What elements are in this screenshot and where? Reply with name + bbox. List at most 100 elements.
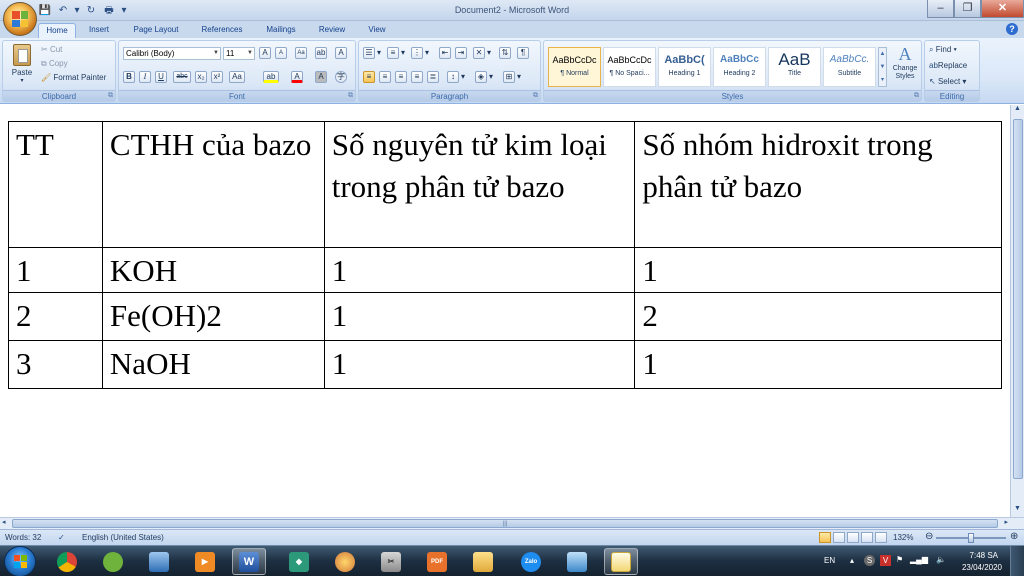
clock-date[interactable]: 23/04/2020 — [962, 563, 1002, 572]
clock-time[interactable]: 7:48 SA — [970, 551, 998, 560]
table-cell[interactable]: 1 — [634, 247, 1002, 293]
tab-references[interactable]: References — [196, 23, 248, 38]
antivirus-icon[interactable]: V — [880, 555, 891, 566]
tab-home[interactable]: Home — [38, 23, 76, 38]
scroll-left-icon[interactable]: ◂ — [2, 518, 6, 526]
paragraph-launcher-icon[interactable]: ⧉ — [533, 92, 538, 100]
styles-scroll[interactable]: ▲ ▼ ▾ — [878, 47, 887, 87]
table-cell[interactable]: 1 — [323, 340, 636, 389]
find-button[interactable]: ⌕ Find ▾ — [929, 44, 957, 56]
tab-review[interactable]: Review — [314, 23, 350, 38]
change-case-button[interactable]: Aa — [229, 71, 247, 83]
network-icon[interactable]: ▂▄▆ — [910, 555, 928, 564]
word-count[interactable]: Words: 32 — [5, 533, 41, 542]
zoom-out-icon[interactable]: ⊖ — [925, 531, 933, 542]
table-cell[interactable]: 2 — [634, 292, 1002, 341]
table-cell[interactable]: NaOH — [101, 340, 325, 389]
start-button[interactable] — [4, 546, 36, 576]
character-shading-button[interactable]: A — [315, 71, 329, 83]
style-normal[interactable]: AaBbCcDc ¶ Normal — [548, 47, 601, 87]
office-button[interactable] — [3, 2, 37, 36]
taskbar-app-8[interactable]: ✂ — [374, 548, 408, 575]
horizontal-scrollbar[interactable]: ◂ ||| ▸ — [0, 517, 1024, 529]
distributed-button[interactable]: ≣ — [427, 71, 441, 83]
taskbar-explorer[interactable] — [466, 548, 500, 575]
style-heading-2[interactable]: AaBbCc Heading 2 — [713, 47, 766, 87]
taskbar-media[interactable]: ▶ — [188, 548, 222, 575]
replace-button[interactable]: abReplace — [929, 60, 967, 72]
vertical-scroll-thumb[interactable] — [1013, 119, 1023, 479]
print-layout-view-button[interactable] — [819, 532, 831, 543]
clipboard-launcher-icon[interactable]: ⧉ — [108, 92, 113, 100]
font-launcher-icon[interactable]: ⧉ — [348, 92, 353, 100]
taskbar-word[interactable]: W — [232, 548, 266, 575]
bullets-button[interactable]: ☰ ▾ — [363, 47, 381, 59]
table-cell[interactable]: Số nguyên tử kim loại trong phân tử bazo — [323, 121, 636, 248]
style-title[interactable]: AaB Title — [768, 47, 821, 87]
italic-button[interactable]: I — [139, 71, 153, 83]
enclose-characters-button[interactable]: 字 — [335, 71, 349, 83]
minimize-button[interactable]: – — [927, 0, 954, 18]
table-cell[interactable]: 3 — [8, 340, 103, 389]
taskbar-zalo[interactable]: Zalo — [514, 548, 548, 575]
underline-button[interactable]: U — [155, 71, 169, 83]
taskbar-notepad[interactable] — [604, 548, 638, 575]
table-cell[interactable]: 1 — [323, 247, 636, 293]
table-cell[interactable]: TT — [8, 121, 103, 248]
font-color-button[interactable]: A — [291, 71, 305, 83]
web-layout-view-button[interactable] — [847, 532, 859, 543]
language-indicator[interactable]: English (United States) — [82, 533, 164, 542]
close-button[interactable]: ✕ — [981, 0, 1024, 18]
table-cell[interactable]: 1 — [634, 340, 1002, 389]
line-spacing-button[interactable]: ↕ ▾ — [447, 71, 465, 83]
align-right-button[interactable]: ≡ — [395, 71, 409, 83]
tab-view[interactable]: View — [362, 23, 392, 38]
document-area[interactable]: TT CTHH của bazo Số nguyên tử kim loại t… — [0, 105, 1010, 517]
base-table[interactable]: TT CTHH của bazo Số nguyên tử kim loại t… — [8, 121, 1002, 389]
table-cell[interactable]: 1 — [323, 292, 636, 341]
font-name-combo[interactable]: Calibri (Body) ▼ — [123, 47, 221, 60]
tab-page-layout[interactable]: Page Layout — [128, 23, 184, 38]
skype-icon[interactable]: S — [864, 555, 875, 566]
justify-button[interactable]: ≡ — [411, 71, 425, 83]
scroll-up-icon[interactable]: ▲ — [1011, 105, 1024, 117]
grow-font-button[interactable]: A — [259, 47, 273, 59]
taskbar-pdf[interactable]: PDF — [420, 548, 454, 575]
multilevel-list-button[interactable]: ⋮ ▾ — [411, 47, 429, 59]
zoom-level[interactable]: 132% — [893, 533, 913, 542]
table-cell[interactable]: KOH — [101, 247, 325, 293]
numbering-button[interactable]: ≡ ▾ — [387, 47, 405, 59]
style-no-spacing[interactable]: AaBbCcDc ¶ No Spaci... — [603, 47, 656, 87]
cut-button[interactable]: ✂ Cut — [41, 44, 62, 56]
outline-view-button[interactable] — [861, 532, 873, 543]
tab-mailings[interactable]: Mailings — [260, 23, 302, 38]
subscript-button[interactable]: x₂ — [195, 71, 209, 83]
style-heading-1[interactable]: AaBbC( Heading 1 — [658, 47, 711, 87]
decrease-indent-button[interactable]: ⇤ — [439, 47, 453, 59]
tray-expand-icon[interactable]: ▴ — [850, 556, 854, 565]
shading-button[interactable]: ◈ ▾ — [475, 71, 493, 83]
taskbar-app-2[interactable] — [96, 548, 130, 575]
styles-launcher-icon[interactable]: ⧉ — [914, 92, 919, 100]
draft-view-button[interactable] — [875, 532, 887, 543]
change-styles-button[interactable]: A Change Styles — [889, 43, 921, 89]
format-painter-button[interactable]: 🖌 Format Painter — [41, 72, 106, 84]
zoom-in-icon[interactable]: ⊕ — [1010, 531, 1018, 542]
taskbar-app-6[interactable]: ◆ — [282, 548, 316, 575]
vertical-scrollbar[interactable]: ▲ ▼ — [1010, 105, 1024, 517]
shrink-font-button[interactable]: A — [275, 47, 289, 59]
case-toggle-button[interactable]: ab — [315, 47, 329, 59]
help-icon[interactable]: ? — [1006, 23, 1018, 35]
font-size-combo[interactable]: 11 ▼ — [223, 47, 255, 60]
align-left-button[interactable]: ≡ — [363, 71, 377, 83]
increase-indent-button[interactable]: ⇥ — [455, 47, 469, 59]
align-center-button[interactable]: ≡ — [379, 71, 393, 83]
highlight-button[interactable]: ab — [263, 71, 281, 83]
restore-button[interactable]: ❐ — [954, 0, 981, 18]
show-desktop-button[interactable] — [1010, 546, 1024, 576]
scroll-right-icon[interactable]: ▸ — [1004, 518, 1008, 526]
language-tray[interactable]: EN — [824, 556, 835, 565]
select-button[interactable]: ↖ Select ▾ — [929, 76, 966, 88]
style-subtitle[interactable]: AaBbCc. Subtitle — [823, 47, 876, 87]
taskbar-app-3[interactable] — [142, 548, 176, 575]
